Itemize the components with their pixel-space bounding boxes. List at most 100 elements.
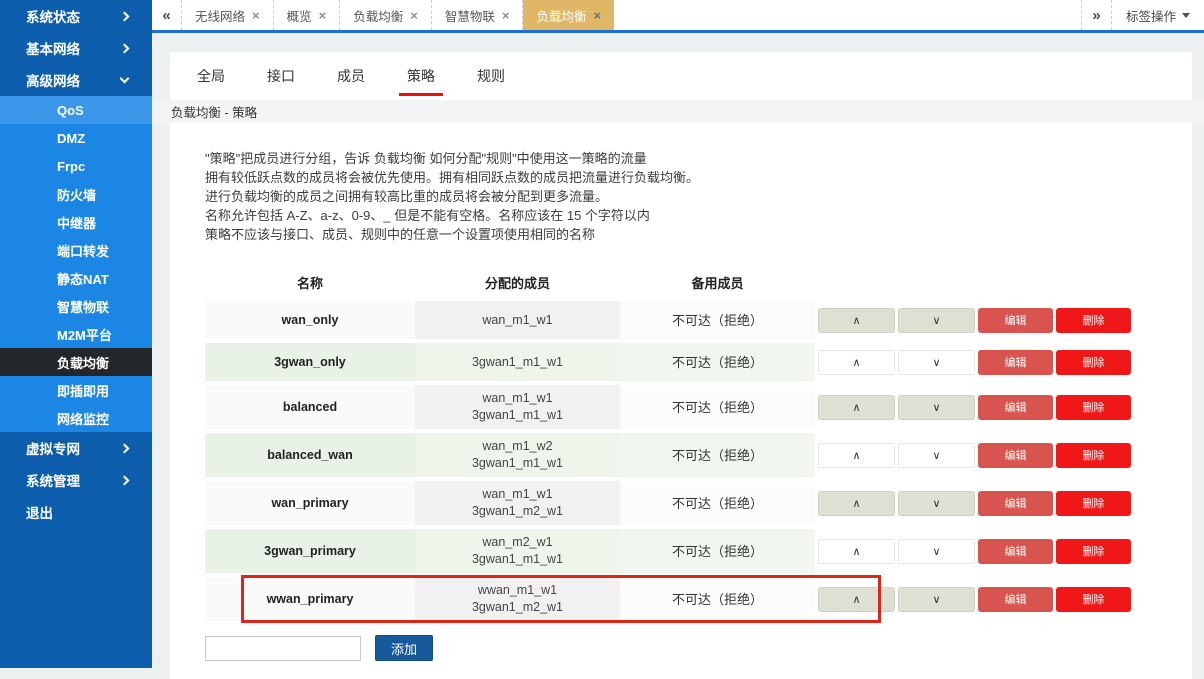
page-tab-接口[interactable]: 接口 xyxy=(257,52,305,100)
edit-button[interactable]: 编辑 xyxy=(978,308,1053,333)
row-actions: ∧∨编辑删除 xyxy=(815,481,1157,525)
member-line: 3gwan1_m2_w1 xyxy=(472,599,563,616)
row-actions: ∧∨编辑删除 xyxy=(815,577,1157,621)
add-policy-form: 添加 xyxy=(205,635,1157,661)
edit-button[interactable]: 编辑 xyxy=(978,587,1053,612)
sidebar-subitem-即插即用[interactable]: 即插即用 xyxy=(0,376,152,404)
delete-button[interactable]: 删除 xyxy=(1056,491,1131,516)
sidebar-item-退出[interactable]: 退出 xyxy=(0,496,152,528)
move-down-button[interactable]: ∨ xyxy=(898,539,975,564)
page-tab-成员[interactable]: 成员 xyxy=(327,52,375,100)
sidebar-subitem-label: 即插即用 xyxy=(57,381,109,400)
table-header: 名称 分配的成员 备用成员 xyxy=(205,270,1157,294)
breadcrumb: 负载均衡 - 策略 xyxy=(152,100,1204,123)
move-up-button[interactable]: ∧ xyxy=(818,491,895,516)
move-down-button[interactable]: ∨ xyxy=(898,587,975,612)
sidebar-item-系统状态[interactable]: 系统状态 xyxy=(0,0,152,32)
delete-button[interactable]: 删除 xyxy=(1056,587,1131,612)
policy-name: wan_primary xyxy=(205,481,415,525)
sidebar-item-label: 系统管理 xyxy=(26,470,80,490)
sidebar-item-label: 系统状态 xyxy=(26,6,80,26)
open-tabs: 无线网络×概览×负载均衡×智慧物联×负载均衡× xyxy=(182,0,614,30)
edit-button[interactable]: 编辑 xyxy=(978,539,1053,564)
sidebar-item-虚拟专网[interactable]: 虚拟专网 xyxy=(0,432,152,464)
sidebar-subitem-label: 防火墙 xyxy=(57,185,96,204)
move-up-button[interactable]: ∧ xyxy=(818,350,895,375)
policy-backup: 不可达（拒绝） xyxy=(620,577,815,621)
delete-button[interactable]: 删除 xyxy=(1056,395,1131,420)
policy-name: wwan_primary xyxy=(205,577,415,621)
tab-label: 负载均衡 xyxy=(536,6,586,25)
table-row: 3gwan_primarywan_m2_w13gwan1_m1_w1不可达（拒绝… xyxy=(205,529,1157,573)
move-down-button[interactable]: ∨ xyxy=(898,308,975,333)
chevron-down-icon xyxy=(120,74,130,84)
tab-概览[interactable]: 概览× xyxy=(274,0,341,30)
edit-button[interactable]: 编辑 xyxy=(978,395,1053,420)
tab-label: 无线网络 xyxy=(195,6,245,25)
page-tab-全局[interactable]: 全局 xyxy=(187,52,235,100)
move-up-button[interactable]: ∧ xyxy=(818,539,895,564)
chevron-down-icon xyxy=(1182,13,1190,18)
delete-button[interactable]: 删除 xyxy=(1056,539,1131,564)
chevron-right-icon xyxy=(120,475,130,485)
move-up-button[interactable]: ∧ xyxy=(818,443,895,468)
sidebar-subitem-中继器[interactable]: 中继器 xyxy=(0,208,152,236)
member-line: wan_m2_w1 xyxy=(482,534,552,551)
tab-无线网络[interactable]: 无线网络 × xyxy=(182,0,274,30)
sidebar-subitem-网络监控[interactable]: 网络监控 xyxy=(0,404,152,432)
move-up-button[interactable]: ∧ xyxy=(818,587,895,612)
tab-label: 智慧物联 xyxy=(445,6,495,25)
tab-close-icon[interactable]: × xyxy=(410,8,418,23)
policy-name: balanced_wan xyxy=(205,433,415,477)
sidebar-subitem-M2M平台[interactable]: M2M平台 xyxy=(0,320,152,348)
edit-button[interactable]: 编辑 xyxy=(978,350,1053,375)
page-tab-规则[interactable]: 规则 xyxy=(467,52,515,100)
tab-负载均衡[interactable]: 负载均衡 × xyxy=(340,0,432,30)
edit-button[interactable]: 编辑 xyxy=(978,491,1053,516)
tab-close-icon[interactable]: × xyxy=(593,8,601,23)
policy-members: wan_m1_w1 xyxy=(415,301,620,339)
table-body: wan_onlywan_m1_w1不可达（拒绝）∧∨编辑删除3gwan_only… xyxy=(205,301,1157,621)
sidebar-subitem-Frpc[interactable]: Frpc xyxy=(0,152,152,180)
sidebar-item-系统管理[interactable]: 系统管理 xyxy=(0,464,152,496)
scroll-tabs-right-button[interactable]: » xyxy=(1081,0,1111,30)
tab-label: 负载均衡 xyxy=(353,6,403,25)
tab-负载均衡[interactable]: 负载均衡 × xyxy=(523,0,614,30)
scroll-tabs-left-button[interactable]: « xyxy=(152,0,182,30)
sidebar-subitem-DMZ[interactable]: DMZ xyxy=(0,124,152,152)
new-policy-name-input[interactable] xyxy=(205,636,361,661)
sidebar-subitem-label: QoS xyxy=(57,103,84,118)
sidebar-item-基本网络[interactable]: 基本网络 xyxy=(0,32,152,64)
move-down-button[interactable]: ∨ xyxy=(898,395,975,420)
move-down-button[interactable]: ∨ xyxy=(898,491,975,516)
policy-description: "策略"把成员进行分组，告诉 负载均衡 如何分配"规则"中使用这一策略的流量拥有… xyxy=(205,149,1157,244)
description-line: 名称允许包括 A-Z、a-z、0-9、_ 但是不能有空格。名称应该在 15 个字… xyxy=(205,206,1157,225)
sidebar-subitem-QoS[interactable]: QoS xyxy=(0,96,152,124)
delete-button[interactable]: 删除 xyxy=(1056,350,1131,375)
main-content: 全局接口成员策略规则 负载均衡 - 策略 "策略"把成员进行分组，告诉 负载均衡… xyxy=(152,33,1204,668)
tab-close-icon[interactable]: × xyxy=(502,8,510,23)
move-up-button[interactable]: ∧ xyxy=(818,308,895,333)
sidebar-subitem-防火墙[interactable]: 防火墙 xyxy=(0,180,152,208)
sidebar-subitem-智慧物联[interactable]: 智慧物联 xyxy=(0,292,152,320)
edit-button[interactable]: 编辑 xyxy=(978,443,1053,468)
move-up-button[interactable]: ∧ xyxy=(818,395,895,420)
row-actions: ∧∨编辑删除 xyxy=(815,301,1157,339)
delete-button[interactable]: 删除 xyxy=(1056,308,1131,333)
sidebar-subitem-label: DMZ xyxy=(57,131,85,146)
sidebar-subitem-静态NAT[interactable]: 静态NAT xyxy=(0,264,152,292)
add-button[interactable]: 添加 xyxy=(375,635,433,661)
chevron-right-icon xyxy=(120,11,130,21)
sidebar-item-高级网络[interactable]: 高级网络 xyxy=(0,64,152,96)
tab-close-icon[interactable]: × xyxy=(319,8,327,23)
tab-智慧物联[interactable]: 智慧物联 × xyxy=(432,0,524,30)
tab-actions-dropdown[interactable]: 标签操作 xyxy=(1111,0,1204,30)
delete-button[interactable]: 删除 xyxy=(1056,443,1131,468)
move-down-button[interactable]: ∨ xyxy=(898,443,975,468)
sidebar-subitem-端口转发[interactable]: 端口转发 xyxy=(0,236,152,264)
tab-close-icon[interactable]: × xyxy=(252,8,260,23)
move-down-button[interactable]: ∨ xyxy=(898,350,975,375)
policy-members: wwan_m1_w13gwan1_m2_w1 xyxy=(415,577,620,621)
page-tab-策略[interactable]: 策略 xyxy=(397,52,445,100)
sidebar-subitem-负载均衡[interactable]: 负载均衡 xyxy=(0,348,152,376)
